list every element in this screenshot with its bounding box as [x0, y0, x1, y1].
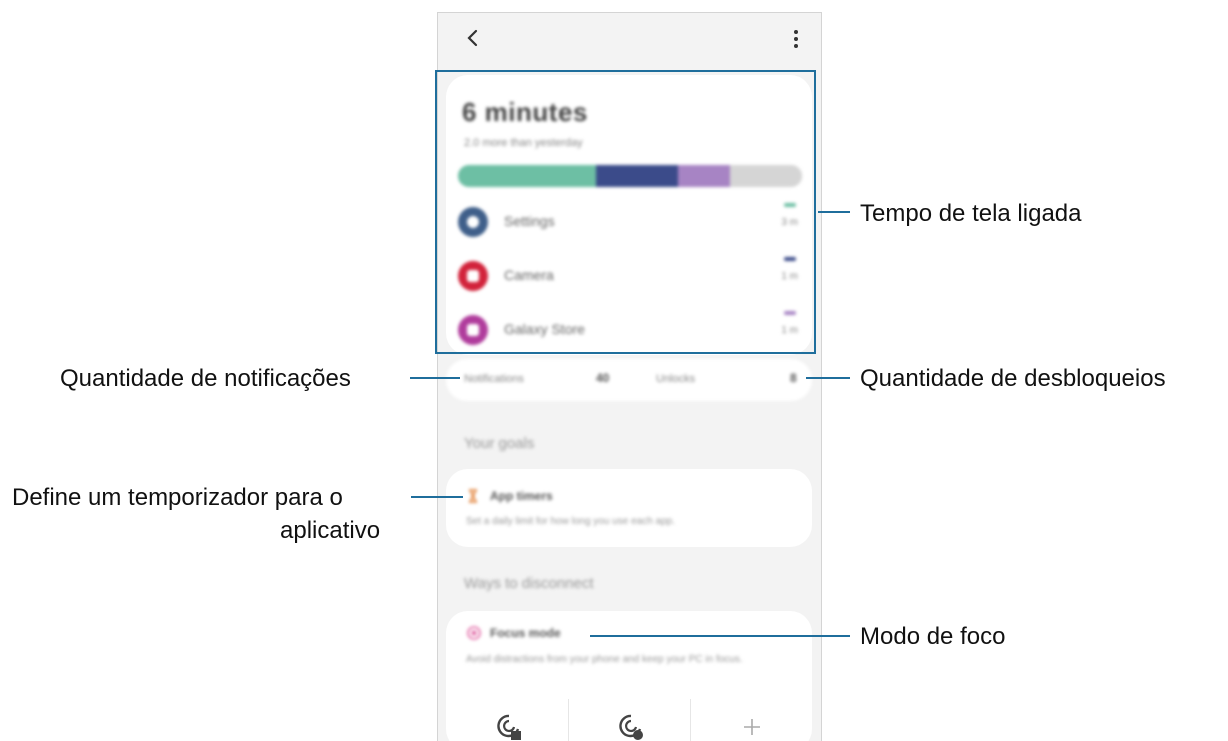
app-timers-title: App timers	[490, 489, 553, 503]
focus-mode-timer-button[interactable]	[570, 707, 690, 741]
more-options-icon[interactable]	[791, 27, 801, 51]
app-timers-description: Set a daily limit for how long you use e…	[466, 516, 676, 527]
hourglass-icon	[469, 489, 477, 503]
focus-target-icon	[467, 626, 481, 640]
add-focus-mode-button[interactable]	[692, 707, 812, 741]
back-icon[interactable]	[462, 27, 484, 49]
callout-focus-mode: Modo de foco	[860, 623, 1006, 650]
callout-line-focus	[590, 635, 850, 637]
callout-line-screen-time	[818, 211, 850, 213]
callout-screen-time: Tempo de tela ligada	[860, 200, 1082, 227]
unlocks-count: 8	[790, 371, 797, 385]
app-timers-card[interactable]: App timers Set a daily limit for how lon…	[446, 469, 812, 547]
divider	[690, 699, 691, 741]
callout-app-timer-line1: Define um temporizador para o	[12, 484, 343, 511]
focus-mode-description: Avoid distractions from your phone and k…	[466, 654, 743, 665]
counts-card: Notifications 40 Unlocks 8	[446, 359, 812, 401]
callout-line-app-timer	[411, 496, 463, 498]
notifications-label: Notifications	[464, 373, 524, 385]
callout-unlocks: Quantidade de desbloqueios	[860, 365, 1166, 392]
plus-icon	[744, 719, 760, 735]
callout-line-notifications	[410, 377, 460, 379]
focus-mode-title: Focus mode	[490, 626, 561, 640]
unlocks-label: Unlocks	[656, 373, 696, 385]
callout-line-unlocks	[806, 377, 850, 379]
focus-work-icon	[497, 714, 521, 740]
callout-notifications: Quantidade de notificações	[60, 365, 351, 392]
notifications-count: 40	[596, 371, 610, 385]
goals-section-title: Your goals	[464, 435, 535, 452]
divider	[568, 699, 569, 741]
focus-mode-work-button[interactable]	[448, 707, 568, 741]
focus-mode-card[interactable]: Focus mode Avoid distractions from your …	[446, 611, 812, 741]
screen-time-highlight-box	[435, 70, 816, 354]
top-app-bar	[438, 13, 821, 71]
focus-timer-icon	[619, 714, 643, 740]
disconnect-section-title: Ways to disconnect	[464, 575, 594, 592]
callout-app-timer-line2: aplicativo	[280, 517, 381, 544]
